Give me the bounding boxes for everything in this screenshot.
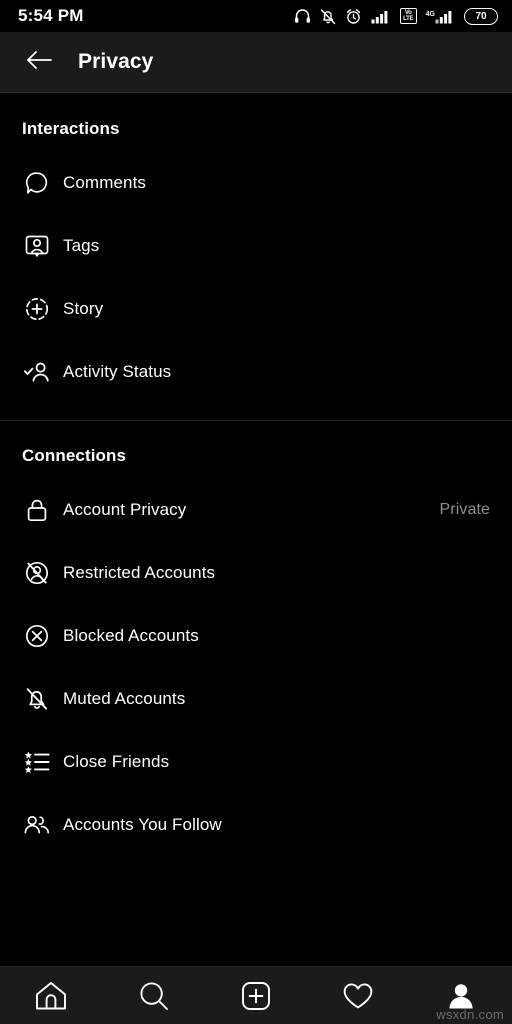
status-time: 5:54 PM (18, 6, 84, 25)
status-icon-group: Vo LTE 4G 70 (294, 7, 498, 25)
volte-bottom-label: LTE (403, 16, 414, 22)
list-item-label: Comments (63, 172, 146, 192)
plus-square-icon (241, 981, 271, 1011)
nav-item-create[interactable] (226, 973, 286, 1019)
phone-screen: 5:54 PM Vo LTE 4G 70 Privacy Interaction… (0, 0, 512, 1024)
restricted-person-icon (22, 558, 52, 588)
activity-status-icon (22, 357, 52, 387)
star-list-icon (22, 747, 52, 777)
list-item-restricted-accounts[interactable]: Restricted Accounts (0, 541, 512, 604)
back-button[interactable] (18, 41, 60, 83)
back-arrow-icon (25, 49, 53, 76)
signal-bars-4g-icon: 4G (426, 9, 455, 24)
volte-badge-icon: Vo LTE (399, 8, 417, 24)
signal-bars-icon (371, 9, 391, 24)
nav-item-home[interactable] (21, 973, 81, 1019)
profile-avatar-icon (446, 981, 476, 1011)
account-privacy-value: Private (439, 500, 490, 518)
nav-item-activity[interactable] (328, 973, 388, 1019)
section-header-connections: Connections (22, 446, 127, 465)
nav-item-search[interactable] (124, 973, 184, 1019)
two-people-icon (22, 810, 52, 840)
list-item-close-friends[interactable]: Close Friends (0, 730, 512, 793)
list-item-story[interactable]: Story (0, 277, 512, 340)
app-header: Privacy (0, 32, 512, 93)
home-icon (34, 980, 68, 1012)
list-item-comments[interactable]: Comments (0, 151, 512, 214)
list-item-tags[interactable]: Tags (0, 214, 512, 277)
list-item-account-privacy[interactable]: Account Privacy Private (0, 478, 512, 541)
bottom-navigation-bar: wsxdn.com (0, 966, 512, 1024)
network-type-label: 4G (425, 10, 435, 18)
list-item-blocked-accounts[interactable]: Blocked Accounts (0, 604, 512, 667)
search-icon (138, 980, 170, 1012)
list-item-label: Activity Status (63, 361, 172, 381)
status-bar: 5:54 PM Vo LTE 4G 70 (0, 0, 512, 32)
bell-off-icon (320, 8, 336, 25)
blocked-x-circle-icon (22, 621, 52, 651)
nav-item-profile[interactable] (431, 973, 491, 1019)
headphones-icon (294, 8, 311, 24)
list-item-label: Story (63, 298, 104, 318)
list-item-label: Account Privacy (63, 499, 187, 519)
story-plus-circle-icon (22, 294, 52, 324)
tag-person-icon (22, 231, 52, 261)
heart-icon (342, 981, 374, 1011)
battery-level-label: 70 (475, 10, 487, 22)
lock-icon (22, 495, 52, 525)
settings-list: Interactions Comments Tags Story Activit… (0, 93, 512, 966)
list-item-muted-accounts[interactable]: Muted Accounts (0, 667, 512, 730)
battery-icon: 70 (464, 7, 498, 25)
alarm-clock-icon (345, 8, 362, 25)
list-item-label: Restricted Accounts (63, 562, 216, 582)
list-item-label: Tags (63, 235, 100, 255)
bell-muted-icon (22, 684, 52, 714)
list-item-accounts-you-follow[interactable]: Accounts You Follow (0, 793, 512, 856)
list-item-label: Blocked Accounts (63, 625, 199, 645)
comment-bubble-icon (22, 168, 52, 198)
list-item-label: Accounts You Follow (63, 814, 222, 834)
section-header-interactions: Interactions (22, 119, 120, 138)
list-item-label: Muted Accounts (63, 688, 186, 708)
list-item-activity-status[interactable]: Activity Status (0, 340, 512, 403)
page-title: Privacy (78, 50, 154, 73)
list-item-label: Close Friends (63, 751, 170, 771)
